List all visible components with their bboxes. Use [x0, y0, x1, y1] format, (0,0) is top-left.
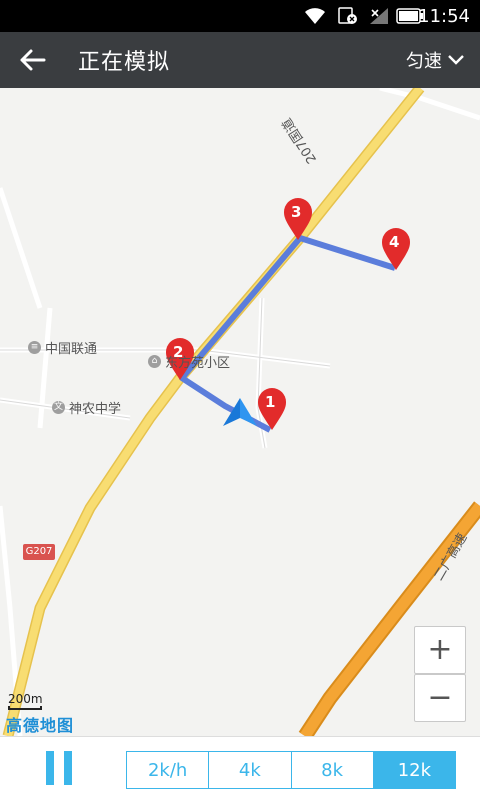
zoom-in-button[interactable]: + — [414, 626, 466, 674]
scale-bar — [8, 706, 42, 710]
poi-shennong-school[interactable]: 文 神农中学 — [52, 398, 121, 417]
speed-option-8k[interactable]: 8k — [292, 752, 374, 788]
chevron-down-icon — [448, 55, 464, 65]
bottom-control-bar: 2k/h 4k 8k 12k — [0, 736, 480, 800]
amap-logo: 高德地图 — [6, 716, 75, 735]
app-header: 正在模拟 匀速 — [0, 32, 480, 88]
navigation-arrow-icon — [223, 398, 257, 426]
marker-label-3: 3 — [291, 203, 302, 221]
poi-china-unicom[interactable]: ≡ 中国联通 — [28, 338, 97, 357]
scale-label: 200m — [8, 692, 43, 706]
g207-shield: G207 — [23, 544, 55, 560]
marker-label-1: 1 — [265, 393, 276, 411]
speed-selector: 2k/h 4k 8k 12k — [126, 751, 456, 789]
signal-icon — [370, 8, 388, 24]
zoom-in-icon: + — [427, 632, 453, 667]
pause-button[interactable] — [46, 751, 74, 787]
speed-option-4k[interactable]: 4k — [209, 752, 292, 788]
status-time: 11:54 — [418, 6, 470, 27]
app-root: 11:54 正在模拟 匀速 1 2 3 4 ≡ 中国联通 ⌂ 东方苑小区 文 神… — [0, 0, 480, 800]
zoom-out-icon: − — [427, 680, 453, 715]
poi-label: 东方苑小区 — [165, 356, 231, 371]
wifi-icon — [305, 8, 325, 24]
status-bar: 11:54 — [0, 0, 480, 32]
speed-option-12k[interactable]: 12k — [373, 752, 455, 788]
zoom-out-button[interactable]: − — [414, 674, 466, 722]
pause-icon — [46, 751, 54, 785]
sim-card-icon — [338, 7, 357, 24]
page-title: 正在模拟 — [78, 50, 171, 75]
map-scale: 200m — [8, 692, 43, 710]
back-arrow-icon[interactable] — [16, 46, 48, 74]
poi-label: 神农中学 — [69, 402, 122, 417]
poi-icon: 文 — [52, 401, 65, 414]
marker-label-4: 4 — [389, 233, 400, 251]
poi-icon: ≡ — [28, 341, 41, 354]
poi-dongfangyuan[interactable]: ⌂ 东方苑小区 — [148, 352, 230, 371]
speed-mode-label: 匀速 — [406, 51, 442, 72]
poi-icon: ⌂ — [148, 355, 161, 368]
speed-option-2k[interactable]: 2k/h — [127, 752, 210, 788]
map-view[interactable]: 1 2 3 4 ≡ 中国联通 ⌂ 东方苑小区 文 神农中学 207国道 二广高速… — [0, 88, 480, 736]
poi-label: 中国联通 — [45, 342, 98, 357]
speed-mode-dropdown[interactable]: 匀速 — [406, 47, 464, 73]
